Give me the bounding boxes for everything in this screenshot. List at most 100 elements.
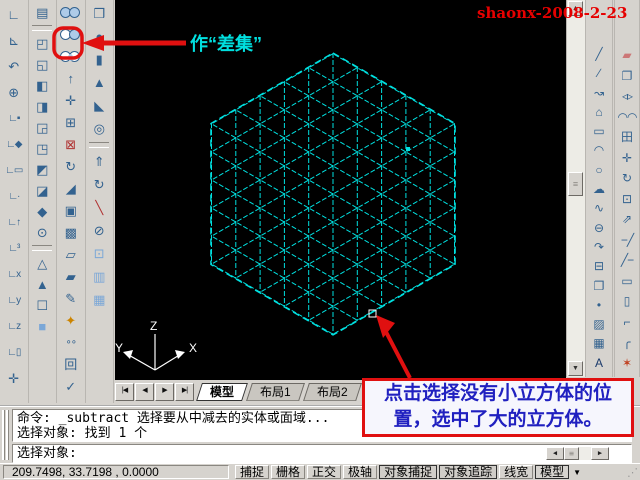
chamfer-icon[interactable]: ⌐ — [615, 312, 639, 333]
2d-wireframe-shade-icon[interactable]: △ — [30, 253, 54, 274]
vertical-scrollbar[interactable]: ▲ ≡ ▼ — [566, 0, 585, 377]
status-toggle-栅格[interactable]: 栅格 — [271, 465, 306, 479]
multiline-text-icon[interactable]: A — [587, 354, 611, 373]
bottom-view-icon[interactable]: ◱ — [30, 54, 54, 75]
revolve-icon[interactable]: ↻ — [87, 173, 111, 196]
scroll-left-icon[interactable]: ◀ — [546, 447, 564, 460]
revision-cloud-icon[interactable]: ☁ — [587, 180, 611, 199]
clean-icon[interactable]: ✦ — [59, 310, 83, 332]
extrude-faces-icon[interactable]: ↑ — [59, 68, 83, 90]
tab-nav-last[interactable]: ▶| — [175, 383, 194, 401]
move-faces-icon[interactable]: ✛ — [59, 90, 83, 112]
command-scroll-track[interactable] — [579, 447, 591, 460]
break-icon[interactable]: ▯ — [615, 291, 639, 312]
color-faces-icon[interactable]: ▩ — [59, 222, 83, 244]
3d-wireframe-shade-icon[interactable]: ▲ — [30, 274, 54, 295]
section-icon[interactable]: ⊘ — [87, 219, 111, 242]
world-ucs-icon[interactable]: ⊕ — [2, 80, 26, 106]
trim-icon[interactable]: −╱ — [615, 230, 639, 251]
named-views-icon[interactable]: ▤ — [30, 2, 54, 23]
polygon-icon[interactable]: ⌂ — [587, 103, 611, 122]
shell-icon[interactable]: 回 — [59, 354, 83, 376]
flat-shaded-icon[interactable]: ■ — [30, 316, 54, 337]
right-view-icon[interactable]: ◨ — [30, 96, 54, 117]
rotate-faces-icon[interactable]: ↻ — [59, 156, 83, 178]
command-hscrollbar[interactable]: ◀ ≡ ▶ — [546, 447, 609, 460]
circle-icon[interactable]: ○ — [587, 161, 611, 180]
offset-faces-icon[interactable]: ⊞ — [59, 112, 83, 134]
resize-grip-icon[interactable]: ⋰ — [627, 468, 638, 479]
z-rotate-ucs-icon[interactable]: ∟z — [2, 314, 26, 340]
scroll-down-icon[interactable]: ▼ — [568, 361, 583, 376]
scrollbar-thumb[interactable]: ≡ — [568, 172, 583, 196]
rectangle-icon[interactable]: ▭ — [587, 122, 611, 141]
slice-icon[interactable]: ╲ — [87, 196, 111, 219]
ellipse-arc-icon[interactable]: ↷ — [587, 238, 611, 257]
spline-icon[interactable]: ∿ — [587, 199, 611, 218]
tab-模型[interactable]: 模型 — [196, 383, 248, 401]
back-view-icon[interactable]: ◳ — [30, 138, 54, 159]
ne-isometric-view-icon[interactable]: ◆ — [30, 201, 54, 222]
face-ucs-icon[interactable]: ∟◆ — [2, 132, 26, 158]
tab-nav-prev[interactable]: ◀ — [135, 383, 154, 401]
status-toggle-捕捉[interactable]: 捕捉 — [235, 465, 270, 479]
ellipse-icon[interactable]: ⊖ — [587, 219, 611, 238]
explode-icon[interactable]: ✶ — [615, 353, 639, 374]
copy-edges-icon[interactable]: ▱ — [59, 244, 83, 266]
setup-drawing-icon[interactable]: ▥ — [87, 265, 111, 288]
erase-icon[interactable]: ▰ — [615, 45, 639, 66]
top-view-icon[interactable]: ◰ — [30, 33, 54, 54]
status-toggle-模型[interactable]: 模型 — [535, 465, 570, 479]
origin-ucs-icon[interactable]: ∟∙ — [2, 184, 26, 210]
scale-icon[interactable]: ⊡ — [615, 189, 639, 210]
command-scroll-thumb[interactable]: ≡ — [564, 447, 579, 460]
scroll-right-icon[interactable]: ▶ — [591, 447, 609, 460]
imprint-icon[interactable]: ✎ — [59, 288, 83, 310]
ucs-icon[interactable]: ∟ — [2, 2, 26, 28]
ucs-ii-icon[interactable]: ⊾ — [2, 28, 26, 54]
construction-line-icon[interactable]: ∕ — [587, 64, 611, 83]
taper-faces-icon[interactable]: ◢ — [59, 178, 83, 200]
drawing-area[interactable]: Z Y X — [115, 0, 566, 380]
left-view-icon[interactable]: ◧ — [30, 75, 54, 96]
extrude-icon[interactable]: ⇑ — [87, 150, 111, 173]
status-toggle-极轴[interactable]: 极轴 — [343, 465, 378, 479]
extend-icon[interactable]: ╱− — [615, 250, 639, 271]
view-ucs-icon[interactable]: ∟▭ — [2, 158, 26, 184]
rotate-icon[interactable]: ↻ — [615, 168, 639, 189]
tab-布局2[interactable]: 布局2 — [302, 383, 362, 401]
solid-cylinder-icon[interactable]: ▮ — [87, 48, 111, 71]
region-icon[interactable]: ▦ — [587, 334, 611, 353]
sw-isometric-view-icon[interactable]: ◩ — [30, 159, 54, 180]
copy-faces-icon[interactable]: ▣ — [59, 200, 83, 222]
fillet-icon[interactable]: ╭ — [615, 332, 639, 353]
command-window-grab-bar[interactable] — [2, 410, 10, 460]
setup-view-icon[interactable]: ▦ — [87, 288, 111, 311]
line-icon[interactable]: ╱ — [587, 45, 611, 64]
front-view-icon[interactable]: ◲ — [30, 117, 54, 138]
move-ucs-origin-icon[interactable]: ✛ — [2, 366, 26, 392]
x-rotate-ucs-icon[interactable]: ∟x — [2, 262, 26, 288]
status-toggle-对象捕捉[interactable]: 对象捕捉 — [379, 465, 438, 479]
status-menu-arrow-icon[interactable]: ▼ — [573, 468, 581, 477]
command-input-line[interactable]: 选择对象: ◀ ≡ ▶ — [12, 444, 632, 463]
copy-object-icon[interactable]: ❐ — [615, 66, 639, 87]
hidden-shade-icon[interactable]: ☐ — [30, 295, 54, 316]
object-ucs-icon[interactable]: ∟▪ — [2, 106, 26, 132]
solid-cone-icon[interactable]: ▲ — [87, 71, 111, 94]
union-icon[interactable] — [59, 2, 83, 24]
stretch-icon[interactable]: ⇗ — [615, 209, 639, 230]
status-toggle-线宽[interactable]: 线宽 — [499, 465, 534, 479]
tab-nav-next[interactable]: ▶ — [155, 383, 174, 401]
tab-nav-first[interactable]: |◀ — [115, 383, 134, 401]
intersect-icon[interactable] — [59, 46, 83, 68]
se-isometric-view-icon[interactable]: ◪ — [30, 180, 54, 201]
solid-torus-icon[interactable]: ◎ — [87, 117, 111, 140]
offset-icon[interactable]: ◠◠ — [615, 107, 639, 128]
color-edges-icon[interactable]: ▰ — [59, 266, 83, 288]
subtract-icon[interactable] — [59, 24, 83, 46]
ucs-previous-icon[interactable]: ↶ — [2, 54, 26, 80]
make-block-icon[interactable]: ❐ — [587, 277, 611, 296]
hatch-icon[interactable]: ▨ — [587, 315, 611, 334]
z-axis-vector-ucs-icon[interactable]: ∟↑ — [2, 210, 26, 236]
